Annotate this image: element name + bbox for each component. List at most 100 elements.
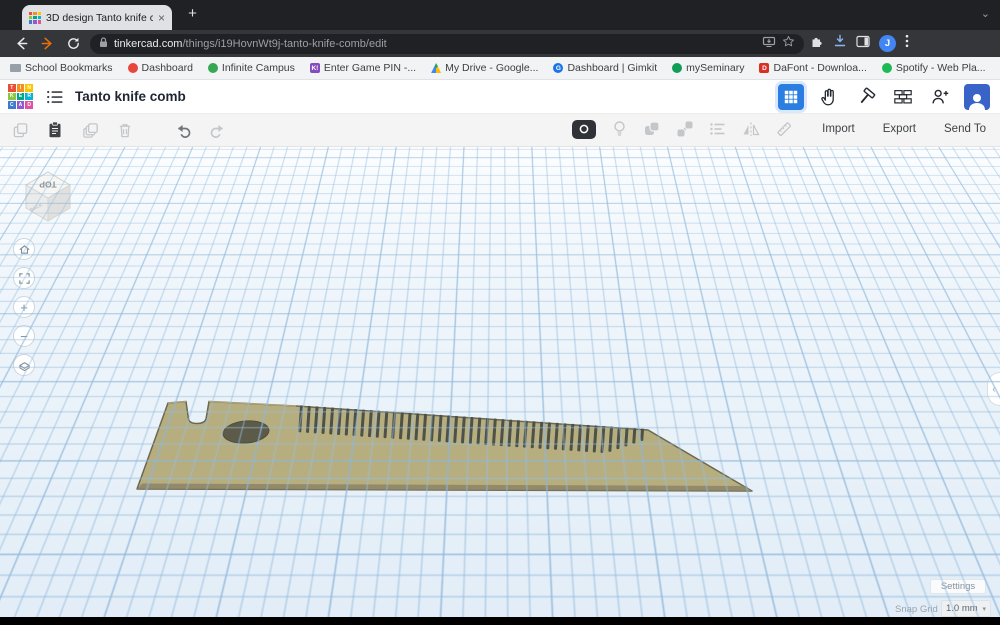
bookmark-item[interactable]: Infinite Campus — [208, 62, 295, 74]
design-title[interactable]: Tanto knife comb — [75, 89, 186, 104]
model-tanto-knife-comb[interactable] — [128, 390, 760, 502]
bookmark-label: School Bookmarks — [25, 62, 113, 74]
bookmark-star-icon[interactable] — [782, 35, 795, 53]
align-icon[interactable] — [708, 119, 728, 139]
menu-kebab-icon[interactable] — [905, 34, 909, 53]
dafont-favicon: D — [759, 63, 769, 73]
editor-toolbar: Import Export Send To — [0, 114, 1000, 147]
infinite-campus-favicon — [208, 63, 218, 73]
bookmarks-list: School Bookmarks Dashboard Infinite Campus… — [10, 62, 1000, 74]
show-all-lightbulb-icon[interactable] — [609, 119, 629, 139]
tinkercad-account-avatar[interactable] — [964, 84, 990, 110]
url-text: tinkercad.com/things/i19HovnWt9j-tanto-k… — [114, 38, 756, 50]
bookmark-item[interactable]: mySeminary — [672, 62, 744, 74]
myseminary-favicon — [672, 63, 682, 73]
bookmark-item[interactable]: Dashboard — [128, 62, 193, 74]
zoom-out-button[interactable]: − — [13, 325, 35, 347]
install-app-icon[interactable] — [762, 35, 776, 53]
mirror-flip-icon[interactable] — [741, 119, 761, 139]
snap-grid-select[interactable]: 1.0 mm ▾ — [941, 600, 991, 617]
collaborate-person-add-button[interactable] — [927, 84, 952, 109]
bookmark-item[interactable]: D DaFont - Downloa... — [759, 62, 866, 74]
tab-favicon — [29, 12, 41, 24]
zoom-in-button[interactable]: + — [13, 296, 35, 318]
home-view-button[interactable] — [13, 238, 35, 260]
import-button[interactable]: Import — [822, 123, 855, 135]
dashboard-favicon — [128, 63, 138, 73]
snap-grid-label: Snap Grid — [895, 604, 938, 615]
kahoot-favicon: K! — [310, 63, 320, 73]
snap-grid-dropdown-icon: ▾ — [982, 605, 986, 613]
export-button[interactable]: Export — [883, 123, 916, 135]
screen-bottom-strip — [0, 617, 1000, 625]
bookmarks-bar: School Bookmarks Dashboard Infinite Campus… — [0, 57, 1000, 80]
extensions-puzzle-icon[interactable] — [810, 34, 824, 53]
downloads-icon[interactable] — [833, 34, 847, 53]
browser-navbar: tinkercad.com/things/i19HovnWt9j-tanto-k… — [0, 30, 1000, 57]
back-button[interactable] — [8, 33, 34, 55]
bookmark-item[interactable]: K! Enter Game PIN -... — [310, 62, 416, 74]
bookmark-item[interactable]: Spotify - Web Pla... — [882, 62, 986, 74]
bookmark-label: mySeminary — [686, 62, 744, 74]
tinkercad-header: TINKERCAD Tanto knife comb — [0, 80, 1000, 114]
delete-trash-icon[interactable] — [115, 120, 135, 140]
bookmark-label: My Drive - Google... — [445, 62, 538, 74]
ruler-icon[interactable] — [774, 119, 794, 139]
address-bar[interactable]: tinkercad.com/things/i19HovnWt9j-tanto-k… — [90, 34, 804, 54]
settings-button[interactable]: Settings — [930, 579, 986, 594]
browser-tab[interactable]: 3D design Tanto knife comb | × — [22, 5, 172, 30]
io-buttons: Import Export Send To — [822, 123, 986, 135]
edit-tools — [10, 120, 228, 140]
spotify-favicon — [882, 63, 892, 73]
forward-button[interactable] — [34, 33, 60, 55]
google-drive-favicon — [431, 63, 441, 73]
browser-tab-strip: 3D design Tanto knife comb | × + ⌄ — [0, 0, 1000, 30]
panel-handle[interactable]: ‹ — [987, 372, 1000, 406]
bookmark-label: Spotify - Web Pla... — [896, 62, 986, 74]
perspective-toggle-button[interactable] — [13, 354, 35, 376]
duplicate-icon[interactable] — [80, 120, 100, 140]
redo-icon[interactable] — [208, 120, 228, 140]
bookmark-label: Infinite Campus — [222, 62, 295, 74]
folder-icon — [10, 64, 21, 72]
knife-body — [137, 402, 752, 492]
reload-button[interactable] — [60, 33, 86, 55]
fit-view-button[interactable] — [13, 267, 35, 289]
bookmark-label: Dashboard | Gimkit — [567, 62, 657, 74]
inspect-badge-icon[interactable] — [572, 120, 596, 139]
paste-icon[interactable] — [45, 120, 65, 140]
snap-grid-value: 1.0 mm — [946, 603, 978, 614]
tab-search-chevron-icon[interactable]: ⌄ — [981, 7, 990, 20]
bookmark-label: Dashboard — [142, 62, 193, 74]
bricks-mode-button[interactable] — [890, 84, 915, 109]
browser-profile-avatar[interactable]: J — [879, 35, 896, 52]
view-cube[interactable]: TOP BACK — [16, 159, 80, 230]
viewcube-top-label: TOP — [39, 180, 57, 190]
design-menu-button[interactable] — [46, 89, 64, 105]
grid-mode-button[interactable] — [778, 84, 804, 110]
new-tab-button[interactable]: + — [184, 6, 201, 23]
viewport: TOP BACK + − ‹ Settings Snap Grid 1.0 mm… — [0, 147, 1000, 617]
ungroup-icon[interactable] — [675, 119, 695, 139]
url-path: /things/i19HovnWt9j-tanto-knife-comb/edi… — [182, 38, 386, 50]
side-panel-icon[interactable] — [856, 35, 870, 53]
send-to-button[interactable]: Send To — [944, 123, 986, 135]
header-actions — [778, 84, 992, 110]
group-icon[interactable] — [642, 119, 662, 139]
url-domain: tinkercad.com — [114, 38, 182, 50]
lock-icon — [99, 35, 108, 53]
hammer-tools-button[interactable] — [853, 84, 878, 109]
bookmark-item[interactable]: School Bookmarks — [10, 62, 113, 74]
bookmark-item[interactable]: G Dashboard | Gimkit — [553, 62, 657, 74]
bookmark-label: Enter Game PIN -... — [324, 62, 416, 74]
copy-icon[interactable] — [10, 120, 30, 140]
tab-title: 3D design Tanto knife comb | — [46, 12, 153, 24]
sim-lab-button[interactable] — [816, 84, 841, 109]
undo-icon[interactable] — [173, 120, 193, 140]
tinkercad-logo[interactable]: TINKERCAD — [8, 84, 33, 109]
tab-close-icon[interactable]: × — [158, 12, 165, 24]
shape-tools — [572, 119, 794, 139]
bookmark-label: DaFont - Downloa... — [773, 62, 866, 74]
bookmark-item[interactable]: My Drive - Google... — [431, 62, 538, 74]
gimkit-favicon: G — [553, 63, 563, 73]
